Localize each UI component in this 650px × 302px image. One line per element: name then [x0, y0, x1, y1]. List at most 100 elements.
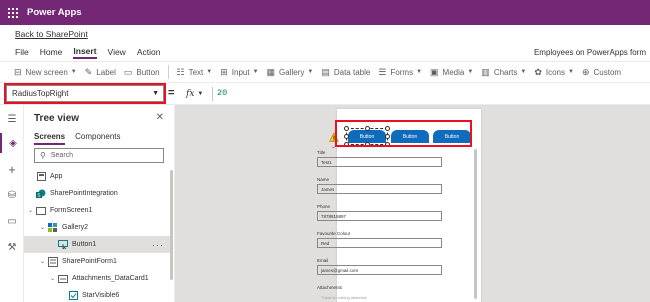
gallery-icon: ▦ [266, 66, 276, 77]
tree-item-sharepointintegration[interactable]: S SharePointIntegration [24, 185, 170, 202]
menu-bar: File Home Insert View Action Employees o… [0, 43, 650, 61]
ribbon-divider [167, 65, 169, 79]
input-icon: ⊞ [220, 66, 228, 77]
menu-view[interactable]: View [108, 47, 126, 57]
resize-handle[interactable] [344, 134, 349, 139]
search-input[interactable]: ⚲ Search [34, 148, 164, 163]
tree-item-gallery2[interactable]: ⌄ Gallery2 [24, 219, 170, 236]
tree-item-app[interactable]: App [24, 168, 170, 185]
field-label-attachments: Attachments [317, 285, 343, 290]
field-input-name[interactable]: James [317, 184, 442, 194]
forms-button[interactable]: ☰ Forms ▼ [374, 63, 426, 81]
input-label: Input [231, 67, 250, 77]
chevron-down-icon[interactable]: ⌄ [40, 258, 48, 265]
label-label: Label [96, 67, 116, 77]
chevron-down-icon: ▼ [467, 69, 474, 75]
custom-label: Custom [593, 67, 622, 77]
field-label-title: Title [317, 150, 326, 155]
custom-button[interactable]: ⊕ Custom [578, 63, 625, 81]
hamburger-icon[interactable]: ☰ [0, 109, 24, 129]
tree-view-icon[interactable]: ◈ [0, 133, 24, 153]
fx-button[interactable]: fx ▼ [186, 86, 212, 101]
tab-screens[interactable]: Screens [34, 132, 66, 145]
resize-handle[interactable] [385, 126, 390, 131]
close-icon[interactable]: ✕ [156, 112, 164, 123]
data-table-icon: ▤ [321, 66, 330, 77]
forms-label: Forms [390, 67, 414, 77]
text-icon: ☷ [176, 66, 185, 77]
menu-insert[interactable]: Insert [73, 46, 97, 59]
icons-button[interactable]: ✿ Icons ▼ [530, 63, 578, 81]
menu-action[interactable]: Action [137, 47, 161, 57]
resize-handle[interactable] [385, 142, 390, 147]
custom-icon: ⊕ [581, 66, 590, 77]
chevron-down-icon: ▼ [307, 69, 314, 75]
tab-components[interactable]: Components [75, 132, 120, 145]
resize-handle[interactable] [344, 142, 349, 147]
field-input-phone[interactable]: 7878815897 [317, 211, 442, 221]
data-table-label: Data table [333, 67, 371, 77]
charts-button[interactable]: ▥ Charts ▼ [477, 63, 530, 81]
data-icon[interactable]: ⛁ [0, 185, 24, 205]
chevron-down-icon: ▼ [70, 69, 77, 75]
field-input-title[interactable]: Test1 [317, 157, 442, 167]
attachments-empty-note: There is nothing attached. [321, 295, 368, 300]
form-icon [48, 256, 58, 267]
resize-handle[interactable] [365, 142, 370, 147]
text-button[interactable]: ☷ Text ▼ [173, 63, 217, 81]
tree-item-label: Gallery2 [62, 224, 89, 231]
new-screen-icon: ⊟ [14, 66, 22, 77]
sharepoint-icon: S [36, 189, 46, 199]
chevron-down-icon[interactable]: ⌄ [331, 143, 336, 150]
tree-scrollbar[interactable] [170, 170, 173, 280]
more-options-icon[interactable]: ··· [152, 240, 164, 250]
label-button[interactable]: ✎ Label [81, 63, 120, 81]
button-button[interactable]: ▭ Button [120, 63, 164, 81]
resize-handle[interactable] [385, 134, 390, 139]
media-button[interactable]: ▣ Media ▼ [426, 63, 477, 81]
menu-home[interactable]: Home [40, 47, 63, 57]
gallery-button-2[interactable]: Button [391, 130, 429, 143]
resize-handle[interactable] [344, 126, 349, 131]
menu-file[interactable]: File [15, 47, 29, 57]
checkbox-icon [68, 291, 78, 301]
resize-handle[interactable] [365, 126, 370, 131]
chevron-down-icon[interactable]: ⌄ [28, 207, 36, 214]
formula-divider [212, 87, 213, 101]
property-dropdown[interactable]: RadiusTopRight ▼ [6, 85, 164, 102]
app-launcher-icon[interactable] [0, 0, 25, 25]
media-panel-icon[interactable]: ▭ [0, 211, 24, 231]
tree-item-sharepointform1[interactable]: ⌄ SharePointForm1 [24, 253, 170, 270]
chevron-down-icon: ▼ [206, 69, 213, 75]
back-to-sharepoint-link[interactable]: Back to SharePoint [15, 29, 88, 39]
tree-item-starvisible6[interactable]: StarVisible6 [24, 287, 170, 302]
chevron-down-icon[interactable]: ⌄ [50, 275, 58, 282]
forms-icon: ☰ [378, 66, 387, 77]
button-label: Button [136, 67, 160, 77]
new-screen-button[interactable]: ⊟ New screen ▼ [10, 63, 81, 81]
tree-item-label: SharePointIntegration [50, 190, 118, 197]
gallery-button-3[interactable]: Button [433, 130, 471, 143]
text-label: Text [188, 67, 204, 77]
media-icon: ▣ [430, 66, 439, 77]
warning-icon[interactable] [329, 132, 339, 142]
screen-scrollbar[interactable] [474, 149, 477, 299]
input-button[interactable]: ⊞ Input ▼ [216, 63, 262, 81]
property-value: RadiusTopRight [12, 89, 69, 98]
tree-item-attachments-datacard1[interactable]: ⌄ Attachments_DataCard1 [24, 270, 170, 287]
field-input-favourite-colour[interactable]: Red [317, 238, 442, 248]
chevron-down-icon[interactable]: ⌄ [40, 224, 48, 231]
tree-item-label: App [50, 173, 63, 180]
button-control-icon [58, 240, 68, 250]
left-rail: ☰ ◈ + ⛁ ▭ ⚒ [0, 105, 24, 302]
tree-item-formscreen1[interactable]: ⌄ FormScreen1 [24, 202, 170, 219]
formula-input[interactable]: 20 [217, 88, 227, 98]
tools-icon[interactable]: ⚒ [0, 237, 24, 257]
tree-item-button1[interactable]: Button1 ··· [24, 236, 170, 253]
gallery-button[interactable]: ▦ Gallery ▼ [263, 63, 318, 81]
icons-label: Icons [545, 67, 565, 77]
plus-icon[interactable]: + [0, 159, 24, 179]
field-input-email[interactable]: james@gmail.com [317, 265, 442, 275]
tree-view-panel: Tree view ✕ Screens Components ⚲ Search … [24, 105, 175, 302]
data-table-button[interactable]: ▤ Data table [317, 63, 374, 81]
